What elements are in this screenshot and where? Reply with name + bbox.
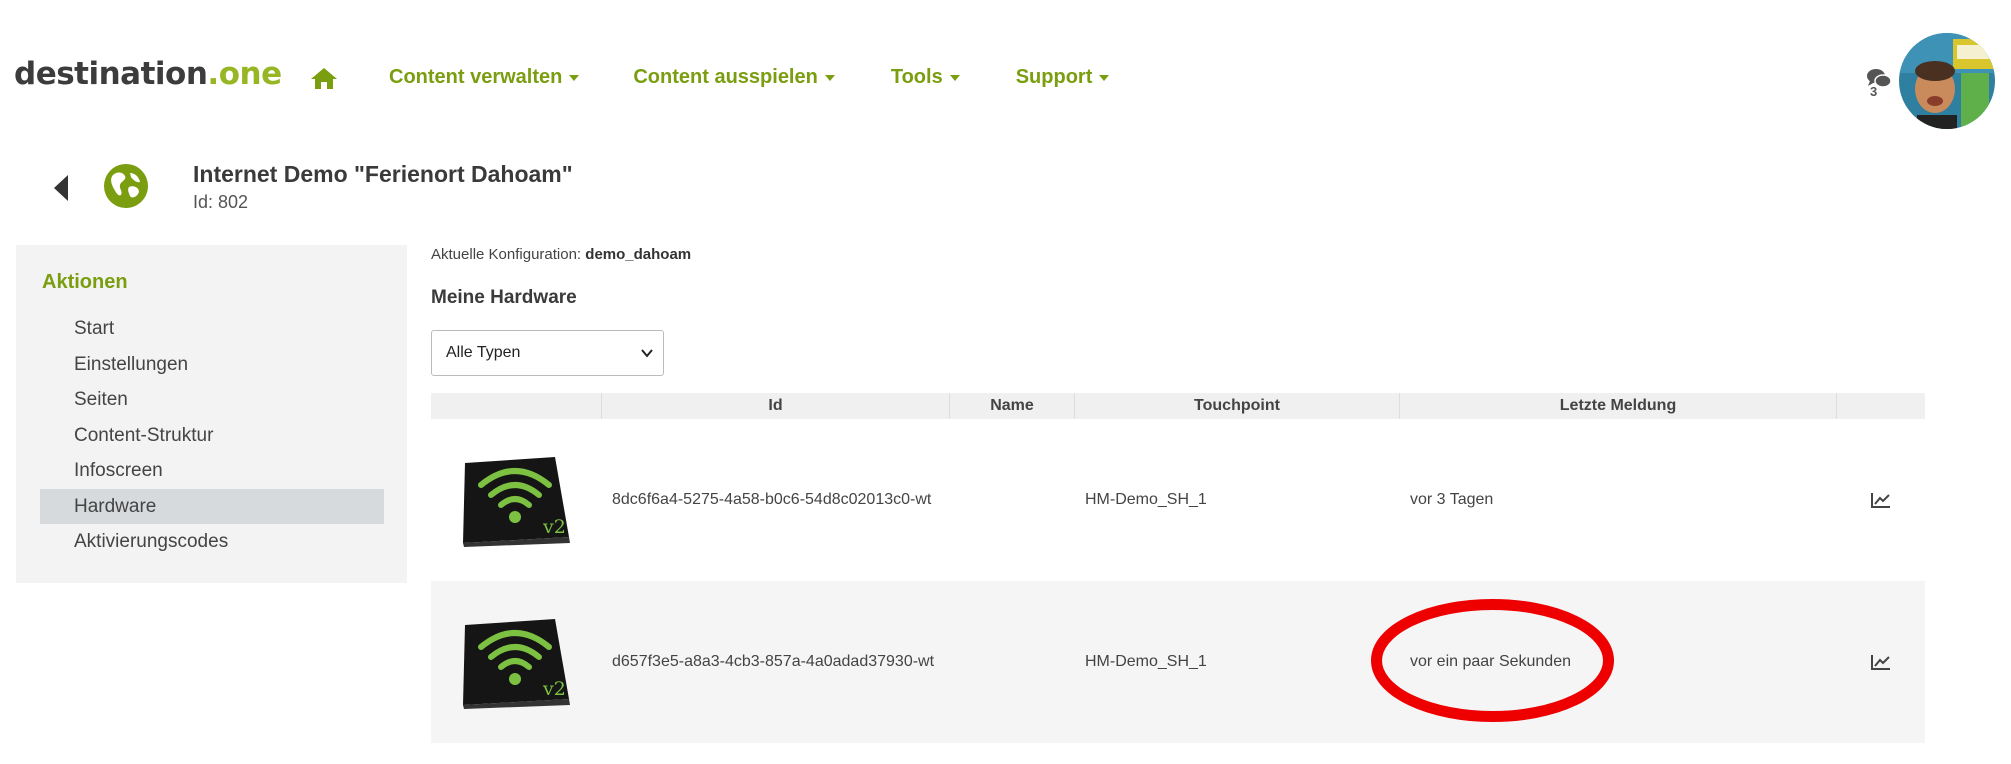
nav-content-verwalten[interactable]: Content verwalten — [389, 66, 580, 89]
header-image — [431, 393, 601, 419]
caret-down-icon — [824, 74, 835, 81]
sidebar-heading: Aktionen — [42, 271, 128, 293]
header-last-message[interactable]: Letzte Meldung — [1399, 393, 1836, 419]
type-filter-select[interactable]: Alle Typen — [431, 330, 664, 376]
caret-down-icon — [1099, 74, 1110, 81]
device-last-message: vor ein paar Sekunden — [1410, 653, 1571, 670]
brand-suffix: .one — [207, 56, 282, 92]
wifi-device-icon: v2 — [463, 457, 570, 547]
header-actions — [1836, 393, 1925, 419]
actions-cell — [1836, 492, 1925, 508]
nav-label: Support — [1015, 66, 1093, 88]
sidebar-item-seiten[interactable]: Seiten — [40, 382, 384, 418]
nav-support[interactable]: Support — [1016, 66, 1110, 89]
current-config: Aktuelle Konfiguration: demo_dahoam — [431, 246, 691, 263]
header-id[interactable]: Id — [601, 393, 949, 419]
line-chart-icon[interactable] — [1870, 654, 1891, 670]
nav-tools[interactable]: Tools — [891, 66, 960, 89]
nav-label: Content ausspielen — [633, 66, 818, 88]
device-last-message: vor 3 Tagen — [1410, 491, 1494, 508]
device-touchpoint: HM-Demo_SH_1 — [1085, 653, 1207, 670]
device-badge: v2 — [542, 516, 566, 538]
sidebar-item-infoscreen[interactable]: Infoscreen — [40, 453, 384, 489]
config-prefix: Aktuelle Konfiguration: — [431, 246, 582, 263]
sidebar-item-content-struktur[interactable]: Content-Struktur — [40, 418, 384, 454]
page-id: Id: 802 — [193, 192, 249, 212]
header-touchpoint[interactable]: Touchpoint — [1074, 393, 1399, 419]
brand-name: destination — [14, 56, 208, 92]
device-touchpoint: HM-Demo_SH_1 — [1085, 491, 1207, 508]
sidebar-item-hardware[interactable]: Hardware — [40, 488, 384, 524]
nav-label: Content verwalten — [389, 66, 563, 88]
config-value: demo_dahoam — [585, 246, 692, 263]
type-filter-value: Alle Typen — [446, 344, 521, 361]
brand-logo[interactable]: destination.one — [14, 56, 282, 92]
section-title: Meine Hardware — [431, 287, 577, 308]
notification-count: 3 — [1870, 84, 1878, 99]
table-row[interactable]: v2 8dc6f6a4-5275-4a58-b0c6-54d8c02013c0-… — [431, 419, 1925, 581]
actions-cell — [1836, 654, 1925, 670]
caret-down-icon — [949, 74, 960, 81]
nav-content-ausspielen[interactable]: Content ausspielen — [633, 66, 835, 89]
hardware-table: Id Name Touchpoint Letzte Meldung v2 8dc… — [431, 393, 1925, 743]
device-id: d657f3e5-a8a3-4cb3-857a-4a0adad37930-wt — [612, 653, 935, 670]
arrow-left-icon[interactable] — [52, 173, 70, 203]
line-chart-icon[interactable] — [1870, 492, 1891, 508]
chevron-down-icon — [641, 349, 653, 358]
table-header: Id Name Touchpoint Letzte Meldung — [431, 393, 1925, 419]
nav-label: Tools — [890, 66, 943, 88]
sidebar-menu: Start Einstellungen Seiten Content-Struk… — [40, 311, 384, 560]
device-badge: v2 — [542, 678, 566, 700]
avatar[interactable] — [1899, 33, 1995, 129]
device-cell: v2 — [431, 453, 601, 547]
sidebar-item-start[interactable]: Start — [40, 311, 384, 347]
device-id: 8dc6f6a4-5275-4a58-b0c6-54d8c02013c0-wt — [612, 491, 932, 508]
sidebar-item-einstellungen[interactable]: Einstellungen — [40, 347, 384, 383]
sidebar: Aktionen Start Einstellungen Seiten Cont… — [16, 245, 407, 583]
home-icon[interactable] — [310, 66, 338, 90]
table-row[interactable]: v2 d657f3e5-a8a3-4cb3-857a-4a0adad37930-… — [431, 581, 1925, 743]
header-name[interactable]: Name — [949, 393, 1074, 419]
main-nav: Content verwalten Content ausspielen Too… — [389, 66, 1110, 89]
globe-icon — [104, 164, 148, 208]
top-navigation: destination.one Content verwalten Conten… — [0, 0, 2011, 140]
sidebar-item-aktivierungscodes[interactable]: Aktivierungscodes — [40, 524, 384, 560]
caret-down-icon — [569, 74, 580, 81]
wifi-device-icon: v2 — [463, 619, 570, 709]
page-title: Internet Demo "Ferienort Dahoam" — [193, 161, 573, 187]
device-cell: v2 — [431, 615, 601, 709]
